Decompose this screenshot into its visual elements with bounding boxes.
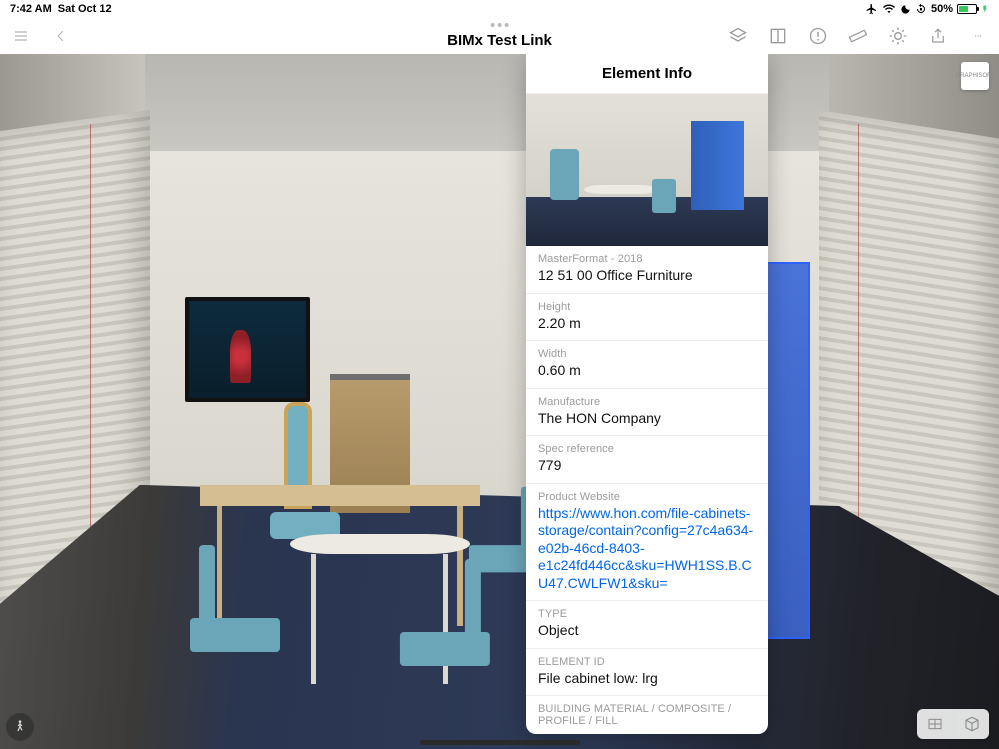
info-field: Spec reference 779 [526, 436, 768, 484]
3d-viewport[interactable]: GRAPHISOFT Element Info MasterFormat - 2… [0, 54, 999, 749]
share-icon[interactable] [927, 25, 949, 47]
info-field: Width 0.60 m [526, 341, 768, 389]
app-toolbar: BIMx Test Link [0, 18, 999, 54]
walk-mode-icon[interactable] [6, 713, 34, 741]
info-field-link[interactable]: https://www.hon.com/file-cabinets-storag… [538, 505, 756, 593]
do-not-disturb-icon [900, 4, 911, 15]
popover-arrow-icon [767, 312, 768, 332]
rotation-lock-icon [915, 3, 927, 15]
document-title: BIMx Test Link [447, 32, 552, 49]
info-field-label: BUILDING MATERIAL / COMPOSITE / PROFILE … [538, 703, 756, 727]
info-field-value: 779 [538, 457, 756, 475]
view-mode-switch [917, 709, 989, 739]
info-field-value: The HON Company [538, 410, 756, 428]
info-field-label: Spec reference [538, 443, 756, 455]
info-field: Height 2.20 m [526, 294, 768, 342]
measure-icon[interactable] [847, 25, 869, 47]
info-field: ELEMENT ID File cabinet low: lrg [526, 649, 768, 697]
view-2d-button[interactable] [917, 709, 953, 739]
info-field-label: Width [538, 348, 756, 360]
info-field-label: ELEMENT ID [538, 656, 756, 668]
more-icon[interactable] [967, 25, 989, 47]
info-field[interactable]: Product Website https://www.hon.com/file-… [526, 484, 768, 602]
info-field-value: Object [538, 622, 756, 640]
info-field: BUILDING MATERIAL / COMPOSITE / PROFILE … [526, 696, 768, 727]
home-indicator[interactable] [420, 740, 580, 745]
status-date: Sat Oct 12 [58, 3, 112, 15]
status-time: 7:42 AM [10, 3, 52, 15]
element-info-popover: Element Info MasterFormat - 2018 12 51 00… [526, 54, 768, 734]
popover-thumbnail[interactable] [526, 94, 768, 246]
info-field-label: MasterFormat - 2018 [538, 253, 756, 265]
wifi-icon [882, 3, 896, 15]
info-field-value: 12 51 00 Office Furniture [538, 267, 756, 285]
layers-icon[interactable] [727, 25, 749, 47]
info-field-value: 2.20 m [538, 315, 756, 333]
vendor-logo[interactable]: GRAPHISOFT [961, 62, 989, 90]
scene-round-table [290, 534, 470, 555]
info-field-label: TYPE [538, 608, 756, 620]
issues-icon[interactable] [807, 25, 829, 47]
battery-percent: 50% [931, 3, 953, 15]
menu-icon[interactable] [10, 25, 32, 47]
info-field-value: File cabinet low: lrg [538, 670, 756, 688]
info-field-label: Height [538, 301, 756, 313]
info-field-label: Manufacture [538, 396, 756, 408]
scene-chair [400, 568, 490, 665]
info-field: TYPE Object [526, 601, 768, 649]
battery-icon [957, 4, 977, 14]
settings-sun-icon[interactable] [887, 25, 909, 47]
info-field-value: 0.60 m [538, 362, 756, 380]
toolbar-title-group: BIMx Test Link [447, 23, 552, 49]
scene-chair [190, 554, 280, 651]
info-field-label: Product Website [538, 491, 756, 503]
back-icon[interactable] [50, 25, 72, 47]
popover-body[interactable]: MasterFormat - 2018 12 51 00 Office Furni… [526, 246, 768, 734]
view-3d-button[interactable] [953, 709, 989, 739]
window-grabber-icon[interactable] [491, 23, 509, 27]
ios-status-bar: 7:42 AM Sat Oct 12 50% [0, 0, 999, 18]
bookmark-icon[interactable] [767, 25, 789, 47]
popover-title: Element Info [526, 54, 768, 94]
info-field: Manufacture The HON Company [526, 389, 768, 437]
scene-render [0, 54, 999, 749]
scene-tv [185, 297, 310, 401]
charging-icon [981, 3, 989, 15]
airplane-mode-icon [865, 3, 878, 15]
scene-office-chair [270, 402, 340, 555]
info-field: MasterFormat - 2018 12 51 00 Office Furni… [526, 246, 768, 294]
scene-desk [200, 485, 480, 506]
